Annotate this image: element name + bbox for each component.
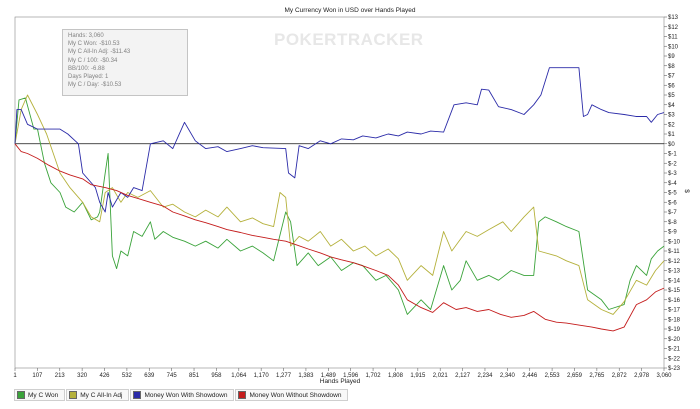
x-tick-label: 1,170 [254, 373, 270, 379]
x-tick-label: 1,277 [276, 373, 292, 379]
stats-panel: Hands: 3,060 My C Won: -$10.53 My C All-… [62, 29, 188, 96]
series-layer [14, 67, 665, 332]
y-tick-label: $10 [668, 44, 679, 50]
y-tick-label: $0 [668, 142, 675, 148]
y-tick-label: $-22 [668, 356, 681, 362]
stat-hands: Hands: 3,060 [68, 33, 104, 39]
y-tick-label: $11 [668, 35, 678, 41]
legend-label: Money Won Without Showdown [249, 391, 342, 399]
y-tick-label: $7 [668, 74, 675, 80]
legend-label: My C All-In Adj [80, 391, 123, 399]
y-tick-label: $9 [668, 54, 675, 60]
y-tick-label: $-15 [668, 288, 681, 294]
stat-per-100: My C / 100: -$0.34 [68, 57, 118, 64]
legend-swatch [17, 391, 25, 399]
y-tick-label: $-4 [668, 181, 677, 187]
x-tick-label: 2,553 [545, 373, 561, 379]
x-tick-label: 639 [144, 373, 155, 379]
x-tick-label: 2,446 [522, 373, 538, 379]
series-line-2 [14, 94, 665, 315]
legend-swatch [238, 391, 247, 399]
x-tick-label: 107 [32, 373, 43, 379]
x-tick-label: 320 [77, 373, 88, 379]
legend-label: Money Won With Showdown [144, 391, 228, 399]
x-tick-label: 745 [167, 373, 178, 379]
y-tick-label: $-10 [668, 239, 681, 245]
legend-swatch [69, 391, 78, 399]
y-tick-label: $-23 [668, 366, 681, 372]
x-tick-label: 958 [211, 373, 222, 379]
x-tick-label: 2,021 [433, 373, 449, 379]
stat-days-played: Days Played: 1 [68, 74, 109, 81]
legend-item-4: Money Won Without Showdown [235, 389, 349, 401]
x-tick-label: 1,915 [410, 373, 426, 379]
y-tick-label: $1 [668, 132, 675, 138]
x-axis-title: Hands Played [320, 378, 361, 385]
y-tick-label: $-20 [668, 337, 681, 343]
stat-all-in-adj: My C All-In Adj: -$11.43 [68, 49, 131, 56]
y-tick-label: $-16 [668, 298, 681, 304]
y-tick-label: $-18 [668, 317, 681, 323]
y-tick-label: $-8 [668, 220, 677, 226]
y-tick-label: $-11 [668, 249, 680, 255]
x-tick-label: 2,765 [589, 373, 605, 379]
y-tick-label: $6 [668, 83, 675, 89]
legend-swatch [133, 391, 142, 399]
x-tick-label: 2,127 [455, 373, 471, 379]
legend-item-1: My C Won [14, 389, 66, 401]
x-tick-label: 2,234 [477, 373, 493, 379]
y-tick-label: $-21 [668, 347, 681, 353]
y-tick-label: $-1 [668, 152, 677, 158]
y-tick-label: $13 [668, 15, 679, 21]
x-tick-label: 1 [13, 373, 17, 379]
y-tick-label: $-3 [668, 171, 677, 177]
chart-title: My Currency Won in USD over Hands Played [284, 7, 415, 14]
y-tick-label: $-6 [668, 200, 677, 206]
y-tick-label: $4 [668, 103, 675, 109]
legend: My C Won My C All-In Adj Money Won With Sh… [14, 389, 349, 401]
y-tick-label: $-14 [668, 278, 681, 284]
y-tick-label: $5 [668, 93, 675, 99]
series-line-4 [14, 143, 665, 332]
y-tick-label: $-5 [668, 191, 677, 197]
x-tick-label: 213 [55, 373, 66, 379]
y-axis-title: $ [683, 189, 690, 193]
stat-bb-per-100: BB/100: -6.88 [68, 65, 105, 72]
x-tick-label: 851 [189, 373, 200, 379]
x-tick-label: 2,872 [612, 373, 628, 379]
y-tick-label: $8 [668, 64, 675, 70]
stat-per-day: My C / Day: -$10.53 [68, 82, 122, 89]
y-tick-label: $3 [668, 113, 675, 119]
x-tick-label: 2,978 [634, 373, 650, 379]
stat-won: My C Won: -$10.53 [68, 41, 120, 48]
x-tick-label: 532 [122, 373, 133, 379]
legend-item-2: My C All-In Adj [66, 389, 130, 401]
x-tick-label: 426 [100, 373, 111, 379]
y-tick-label: $-13 [668, 269, 681, 275]
x-tick-label: 1,064 [231, 373, 247, 379]
x-tick-label: 1,702 [366, 373, 382, 379]
x-tick-label: 2,340 [500, 373, 516, 379]
y-tick-label: $-17 [668, 308, 681, 314]
y-tick-label: $-9 [668, 230, 677, 236]
y-tick-label: $-19 [668, 327, 681, 333]
y-tick-label: $2 [668, 122, 675, 128]
watermark-logo: POKERTRACKER [274, 30, 424, 49]
y-tick-label: $-12 [668, 259, 681, 265]
legend-label: My C Won [28, 391, 59, 399]
x-tick-label: 3,060 [656, 373, 672, 379]
x-tick-label: 1,383 [298, 373, 314, 379]
x-tick-label: 2,659 [567, 373, 583, 379]
legend-item-3: Money Won With Showdown [130, 389, 235, 401]
y-tick-label: $12 [668, 25, 679, 31]
y-tick-label: $-7 [668, 210, 677, 216]
x-tick-label: 1,808 [388, 373, 404, 379]
y-tick-label: $-2 [668, 161, 677, 167]
